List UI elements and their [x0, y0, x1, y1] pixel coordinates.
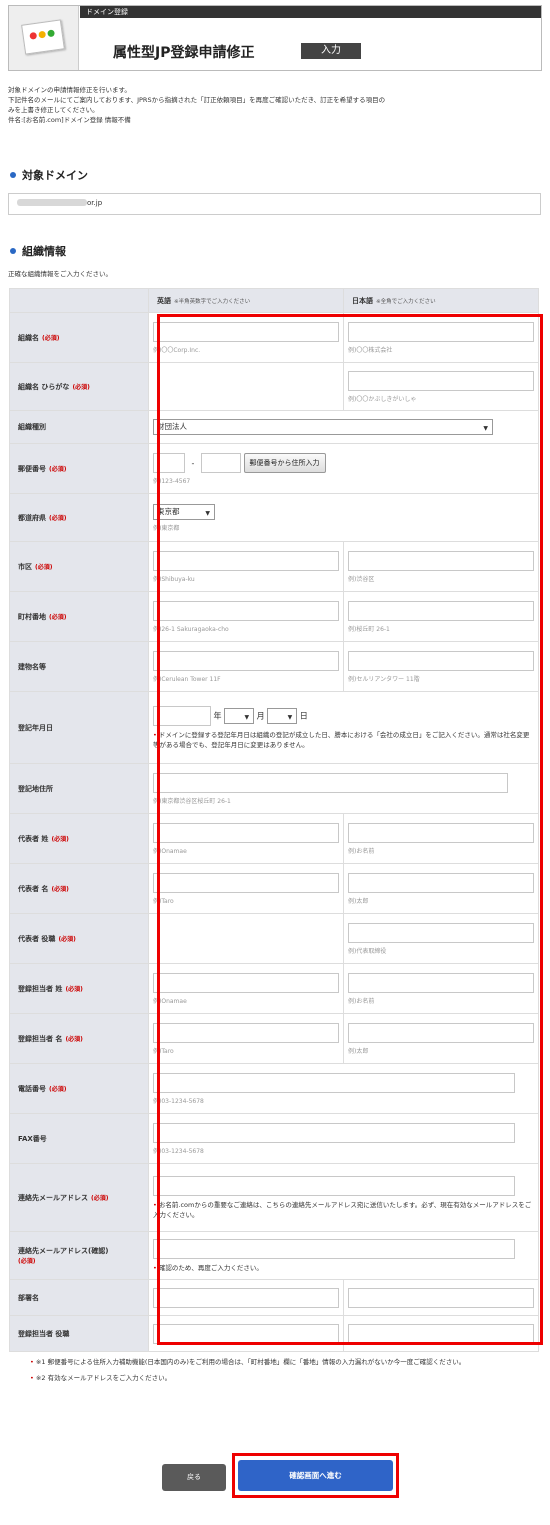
intro-line: 対象ドメインの申請情報修正を行います。 — [8, 86, 131, 94]
zip-second-input[interactable] — [200, 453, 241, 473]
label-staff-first: 登録担当者 名 (必須) — [9, 1013, 149, 1064]
zip-lookup-button[interactable]: 郵便番号から住所入力 — [243, 453, 326, 473]
dept-jp-input[interactable] — [348, 1287, 534, 1308]
staff-title-jp-input[interactable] — [348, 1323, 534, 1344]
label-email: 連絡先メールアドレス (必須) — [9, 1163, 149, 1232]
staff-last-en-input[interactable] — [153, 973, 339, 993]
org-name-en-input[interactable] — [153, 322, 339, 342]
label-dept: 部署名 — [9, 1279, 149, 1316]
footnotes: • ※1 郵便番号による住所入力補助機能(日本国内のみ)をご利用の場合は、「町村… — [30, 1357, 540, 1383]
rep-first-en-input[interactable] — [153, 873, 339, 893]
label-town: 町村番地 (必須) — [9, 591, 149, 642]
label-email-confirm: 連絡先メールアドレス(確認) (必須) — [9, 1231, 149, 1280]
envelope-icon — [21, 19, 65, 55]
label-org-type: 組織種別 — [9, 410, 149, 444]
target-domain: or.jp — [8, 193, 541, 215]
dept-en-input[interactable] — [153, 1287, 339, 1308]
email-input[interactable] — [153, 1175, 515, 1196]
footnote-2: • ※2 有効なメールアドレスをご入力ください。 — [30, 1374, 172, 1382]
intro-line: みを上書き修正してください。 — [8, 106, 99, 114]
staff-first-jp-input[interactable] — [348, 1023, 534, 1043]
label-pref: 都道府県 (必須) — [9, 493, 149, 542]
confirm-button[interactable]: 確認画面へ進む — [238, 1460, 393, 1491]
building-en-input[interactable] — [153, 651, 339, 671]
org-section-heading: 組織情報 — [10, 243, 66, 259]
email-note: • お名前.comからの重要なご連絡は、こちらの連絡先メールアドレス宛に送信いた… — [153, 1200, 532, 1219]
col-header-en: 英語 ※半角英数字でご入力ください — [148, 288, 344, 313]
org-type-select[interactable]: 財団法人 ▼ — [153, 419, 493, 435]
label-staff-last: 登録担当者 姓 (必須) — [9, 963, 149, 1014]
label-city: 市区 (必須) — [9, 541, 149, 592]
domain-section-heading: 対象ドメイン — [10, 167, 88, 183]
city-en-input[interactable] — [153, 551, 339, 571]
reg-day-select[interactable]: ▼ — [267, 707, 298, 724]
org-name-jp-input[interactable] — [348, 322, 534, 342]
dropdown-arrow-icon: ▼ — [287, 713, 293, 721]
bullet-icon — [10, 248, 16, 254]
label-phone: 電話番号 (必須) — [9, 1063, 149, 1114]
dropdown-arrow-icon: ▼ — [483, 425, 488, 432]
city-jp-input[interactable] — [348, 551, 534, 571]
org-kana-input[interactable] — [348, 371, 534, 391]
label-rep-last: 代表者 姓 (必須) — [9, 813, 149, 864]
label-building: 建物名等 — [9, 641, 149, 692]
label-staff-title: 登録担当者 役職 — [9, 1315, 149, 1352]
intro-line: 下記件名のメールにてご案内しております、JPRSから指摘された「訂正依頼項目」を… — [8, 96, 386, 104]
label-reg-date: 登記年月日 — [9, 691, 149, 764]
step-badge: 入力 — [301, 43, 361, 59]
staff-title-en-input[interactable] — [153, 1323, 339, 1344]
reg-address-input[interactable] — [153, 773, 508, 793]
redacted-domain — [17, 199, 87, 206]
label-org-kana: 組織名 ひらがな (必須) — [9, 362, 149, 411]
reg-date-note: • ドメインに登録する登記年月日は組織の登記が成立した日、謄本における「会社の成… — [153, 730, 530, 749]
rep-title-input[interactable] — [348, 923, 534, 943]
label-rep-first: 代表者 名 (必須) — [9, 863, 149, 914]
zip-first-input[interactable] — [153, 453, 185, 473]
email-confirm-note: • 確認のため、再度ご入力ください。 — [153, 1263, 263, 1272]
col-header-jp: 日本語 ※全角でご入力ください — [343, 288, 539, 313]
reg-month-select[interactable]: ▼ — [224, 707, 255, 724]
dropdown-arrow-icon: ▼ — [244, 713, 250, 721]
label-reg-addr: 登記地住所 — [9, 763, 149, 814]
building-jp-input[interactable] — [348, 651, 534, 671]
org-note: 正確な組織情報をご入力ください。 — [8, 270, 112, 278]
dropdown-arrow-icon: ▼ — [205, 510, 210, 517]
bullet-icon — [10, 172, 16, 178]
org-form-table: 英語 ※半角英数字でご入力ください 日本語 ※全角でご入力ください 組織名 (必須) … — [9, 288, 539, 1352]
intro-text: 対象ドメインの申請情報修正を行います。 下記件名のメールにてご案内しております、… — [8, 85, 538, 125]
label-fax: FAX番号 — [9, 1113, 149, 1164]
label-zip: 郵便番号 (必須) — [9, 443, 149, 494]
page-title: 属性型JP登録申請修正 — [113, 45, 255, 61]
label-rep-title: 代表者 役職 (必須) — [9, 913, 149, 964]
domain-icon-box — [9, 6, 79, 70]
reg-year-input[interactable] — [153, 705, 211, 726]
town-en-input[interactable] — [153, 601, 339, 621]
staff-last-jp-input[interactable] — [348, 973, 534, 993]
town-jp-input[interactable] — [348, 601, 534, 621]
fax-input[interactable] — [153, 1123, 515, 1143]
rep-last-jp-input[interactable] — [348, 823, 534, 843]
page-header: ドメイン登録 属性型JP登録申請修正 入力 — [8, 5, 542, 71]
intro-subject: 件名:[お名前.com]ドメイン登録 情報不備 — [8, 116, 131, 124]
email-confirm-input[interactable] — [153, 1238, 515, 1259]
staff-first-en-input[interactable] — [153, 1023, 339, 1043]
header-topbar: ドメイン登録 — [80, 6, 541, 18]
rep-last-en-input[interactable] — [153, 823, 339, 843]
rep-first-jp-input[interactable] — [348, 873, 534, 893]
phone-input[interactable] — [153, 1073, 515, 1093]
back-button[interactable]: 戻る — [162, 1464, 226, 1491]
label-org-name: 組織名 (必須) — [9, 312, 149, 363]
prefecture-select[interactable]: 東京都 ▼ — [153, 504, 215, 520]
footnote-1: • ※1 郵便番号による住所入力補助機能(日本国内のみ)をご利用の場合は、「町村… — [30, 1358, 466, 1366]
